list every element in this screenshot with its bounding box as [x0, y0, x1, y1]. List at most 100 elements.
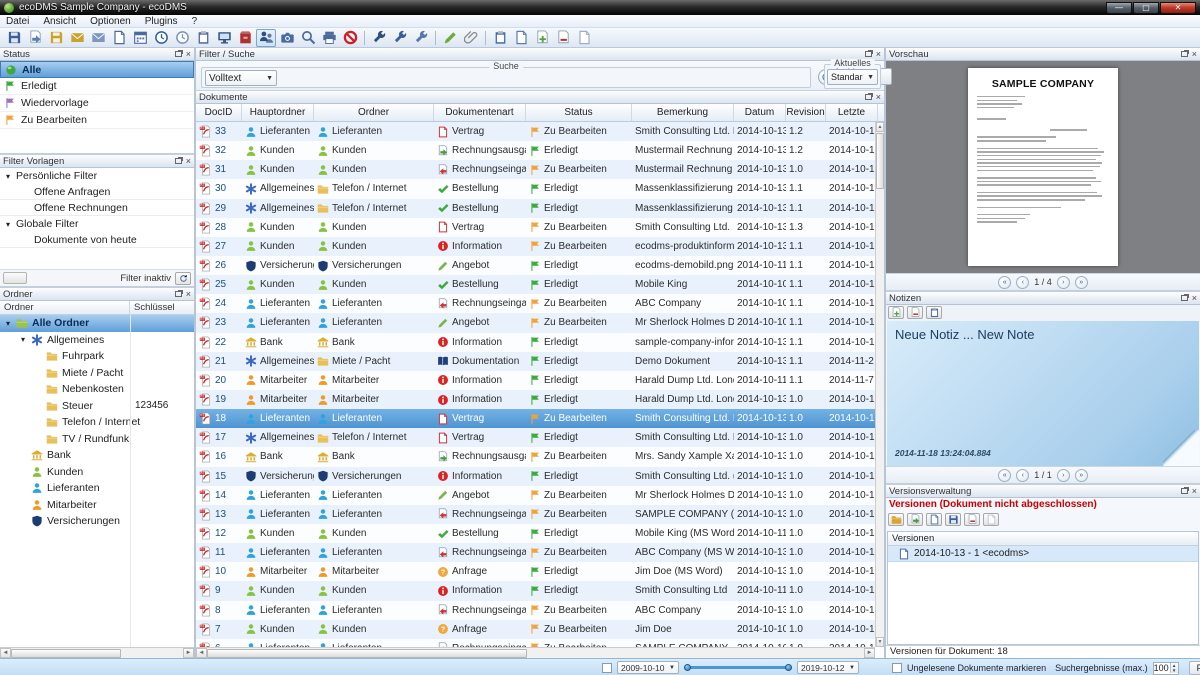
status-item-wiedervorlage[interactable]: Wiedervorlage — [0, 95, 194, 112]
filter-state-button[interactable]: Filter inaktiv — [1189, 661, 1200, 675]
folder-item-tv-rundfunk[interactable]: TV / Rundfunk — [0, 431, 194, 448]
save-all-button[interactable] — [46, 29, 66, 47]
filter-item-offene-rechnungen[interactable]: Offene Rechnungen — [0, 200, 194, 216]
column-header-bemerkung[interactable]: Bemerkung — [632, 104, 734, 121]
first-page-icon[interactable]: « — [998, 276, 1011, 289]
maximize-button[interactable]: ▢ — [1133, 2, 1159, 14]
next-page-icon[interactable]: › — [1057, 276, 1070, 289]
new-document-button[interactable] — [511, 29, 531, 47]
column-header-ordner[interactable]: Ordner — [314, 104, 434, 121]
document-row-21[interactable]: 21AllgemeinesMiete / PachtDokumentationE… — [196, 352, 884, 371]
version-item[interactable]: 2014-10-13 - 1 <ecodms> — [888, 546, 1198, 562]
document-row-7[interactable]: 7KundenKundenAnfrageZu BearbeitenJim Doe… — [196, 620, 884, 639]
last-page-icon[interactable]: » — [1075, 276, 1088, 289]
document-row-8[interactable]: 8LieferantenLieferantenRechnungseingangZ… — [196, 601, 884, 620]
folders-hscrollbar[interactable]: ◄ ► — [0, 647, 194, 658]
close-panel-icon[interactable]: × — [876, 50, 881, 58]
next-note-icon[interactable]: › — [1057, 469, 1070, 482]
blank-document-button[interactable] — [574, 29, 594, 47]
expander-icon[interactable]: ▾ — [4, 319, 12, 328]
slider-handle-right[interactable] — [785, 664, 792, 671]
column-header-ordner[interactable]: Ordner — [0, 301, 130, 314]
document-row-9[interactable]: 9KundenKundenInformationErledigtSmith Co… — [196, 581, 884, 600]
archive-dropdown[interactable]: Standard Archive▼ — [827, 69, 878, 85]
column-header-hauptordner[interactable]: Hauptordner — [242, 104, 314, 121]
scrollbar-thumb[interactable] — [11, 649, 121, 658]
scroll-right-icon[interactable]: ► — [864, 648, 875, 658]
folder-item-bank[interactable]: Bank — [0, 447, 194, 464]
delete-note-button[interactable] — [907, 306, 923, 319]
folder-item-mitarbeiter[interactable]: Mitarbeiter — [0, 497, 194, 514]
close-panel-icon[interactable]: × — [186, 50, 191, 58]
expander-icon[interactable]: ▾ — [4, 220, 12, 229]
prev-note-icon[interactable]: ‹ — [1016, 469, 1029, 482]
max-results-spinner[interactable]: 100 ▲▼ — [1153, 662, 1179, 675]
document-row-29[interactable]: 29AllgemeinesTelefon / InternetBestellun… — [196, 199, 884, 218]
column-header-revision[interactable]: Revision — [786, 104, 826, 121]
undock-icon[interactable] — [1181, 295, 1188, 301]
save-button[interactable] — [4, 29, 24, 47]
document-preview[interactable]: SAMPLE COMPANY — [886, 61, 1200, 273]
date-filter-checkbox[interactable] — [602, 663, 612, 673]
scroll-right-icon[interactable]: ► — [183, 648, 194, 658]
version-edit-button[interactable] — [926, 513, 942, 526]
column-header-dokumentenart[interactable]: Dokumentenart — [434, 104, 526, 121]
column-header-letzte[interactable]: Letzte — [826, 104, 878, 121]
export-pdf-button[interactable] — [25, 29, 45, 47]
folder-item-lieferanten[interactable]: Lieferanten — [0, 480, 194, 497]
documents-hscrollbar[interactable]: ◄ ► — [196, 647, 875, 658]
apply-filter-button[interactable] — [3, 272, 27, 284]
version-new-button[interactable] — [983, 513, 999, 526]
clock-button[interactable] — [151, 29, 171, 47]
folder-item-steuer[interactable]: Steuer123456 — [0, 398, 194, 415]
folder-item-fuhrpark[interactable]: Fuhrpark — [0, 348, 194, 365]
folder-item-miete-pacht[interactable]: Miete / Pacht — [0, 365, 194, 382]
print-preview-button[interactable] — [319, 29, 339, 47]
expander-icon[interactable]: ▾ — [19, 335, 27, 344]
menu-item-datei[interactable]: Datei — [6, 16, 29, 27]
document-row-27[interactable]: 27KundenKundenInformationZu Bearbeitenec… — [196, 237, 884, 256]
folder-item-allgemeines[interactable]: ▾Allgemeines — [0, 332, 194, 349]
menu-item-plugins[interactable]: Plugins — [145, 16, 178, 27]
attachment-button[interactable] — [461, 29, 481, 47]
search-mode-dropdown[interactable]: Volltext▼ — [205, 70, 277, 86]
status-item-alle[interactable]: Alle — [0, 61, 194, 78]
menu-item-optionen[interactable]: Optionen — [90, 16, 131, 27]
document-row-18[interactable]: 18LieferantenLieferantenVertragZu Bearbe… — [196, 409, 884, 428]
user-settings-button[interactable] — [390, 29, 410, 47]
add-document-button[interactable] — [532, 29, 552, 47]
close-panel-icon[interactable]: × — [1192, 50, 1197, 58]
date-to-dropdown[interactable]: 2019-10-12▼ — [797, 661, 859, 674]
folder-item-alle-ordner[interactable]: ▾Alle Ordner — [0, 315, 194, 332]
close-panel-icon[interactable]: × — [1192, 487, 1197, 495]
last-note-icon[interactable]: » — [1075, 469, 1088, 482]
document-row-12[interactable]: 12KundenKundenBestellungErledigtMobile K… — [196, 524, 884, 543]
column-header-schluessel[interactable]: Schlüssel — [130, 301, 179, 314]
column-header-docid[interactable]: DocID — [196, 104, 242, 121]
scroll-left-icon[interactable]: ◄ — [196, 648, 207, 658]
version-open-button[interactable] — [888, 513, 904, 526]
undock-icon[interactable] — [865, 51, 872, 57]
undock-icon[interactable] — [175, 51, 182, 57]
monitor-button[interactable] — [214, 29, 234, 47]
remove-document-button[interactable] — [553, 29, 573, 47]
document-row-22[interactable]: 22BankBankInformationErledigtsample-comp… — [196, 333, 884, 352]
history-button[interactable] — [172, 29, 192, 47]
toggle-filter-button[interactable] — [175, 272, 191, 285]
close-panel-icon[interactable]: × — [186, 157, 191, 165]
date-from-dropdown[interactable]: 2009-10-10▼ — [617, 661, 679, 674]
document-row-28[interactable]: 28KundenKundenVertragZu BearbeitenSmith … — [196, 218, 884, 237]
index-cards-button[interactable] — [193, 29, 213, 47]
status-item-erledigt[interactable]: Erledigt — [0, 78, 194, 95]
document-row-16[interactable]: 16BankBankRechnungsausgangZu BearbeitenM… — [196, 447, 884, 466]
add-note-button[interactable] — [888, 306, 904, 319]
document-row-24[interactable]: 24LieferantenLieferantenRechnungseingang… — [196, 294, 884, 313]
undock-icon[interactable] — [865, 94, 872, 100]
menu-item-ansicht[interactable]: Ansicht — [43, 16, 76, 27]
undock-icon[interactable] — [1181, 488, 1188, 494]
minimize-button[interactable]: — — [1106, 2, 1132, 14]
stop-button[interactable] — [340, 29, 360, 47]
slider-handle-left[interactable] — [684, 664, 691, 671]
document-row-32[interactable]: 32KundenKundenRechnungsausgangErledigtMu… — [196, 141, 884, 160]
scroll-down-icon[interactable]: ▼ — [876, 637, 884, 647]
